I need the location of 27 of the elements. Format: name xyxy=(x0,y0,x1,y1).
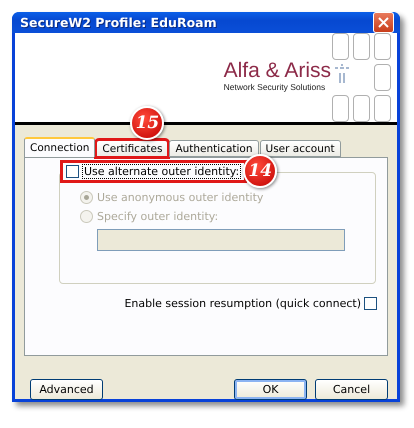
logo-square xyxy=(374,95,391,122)
radio-label: Specify outer identity: xyxy=(97,210,218,223)
logo-square xyxy=(374,64,391,91)
logo-square xyxy=(332,33,349,60)
radio-label: Use anonymous outer identity xyxy=(97,191,264,204)
callout-badge: 14 xyxy=(243,154,278,188)
logo-square xyxy=(332,95,349,122)
tab[interactable]: Certificates xyxy=(96,140,168,157)
company-name: Alfa & Ariss xyxy=(224,59,331,82)
checkbox[interactable] xyxy=(66,165,79,178)
tab[interactable]: Connection xyxy=(24,137,96,157)
checkbox-label: Use alternate outer identity: xyxy=(82,164,242,179)
dialog-button[interactable]: OK xyxy=(234,379,307,400)
tab[interactable]: Authentication xyxy=(169,140,259,157)
logo-square xyxy=(353,95,370,122)
checkbox-label: Enable session resumption (quick connect) xyxy=(124,297,361,310)
close-button[interactable] xyxy=(373,12,394,33)
dialog-button[interactable]: Advanced xyxy=(30,379,103,400)
logo-mark-icon xyxy=(335,63,349,85)
tab[interactable]: User account xyxy=(260,140,341,157)
company-tagline: Network Security Solutions xyxy=(224,82,326,92)
dialog-button[interactable]: Cancel xyxy=(315,379,388,400)
checkbox[interactable] xyxy=(364,297,377,310)
logo-square xyxy=(374,33,391,60)
window-title: SecureW2 Profile: EduRoam xyxy=(20,15,217,30)
logo-square xyxy=(353,33,370,60)
close-icon xyxy=(378,17,389,28)
